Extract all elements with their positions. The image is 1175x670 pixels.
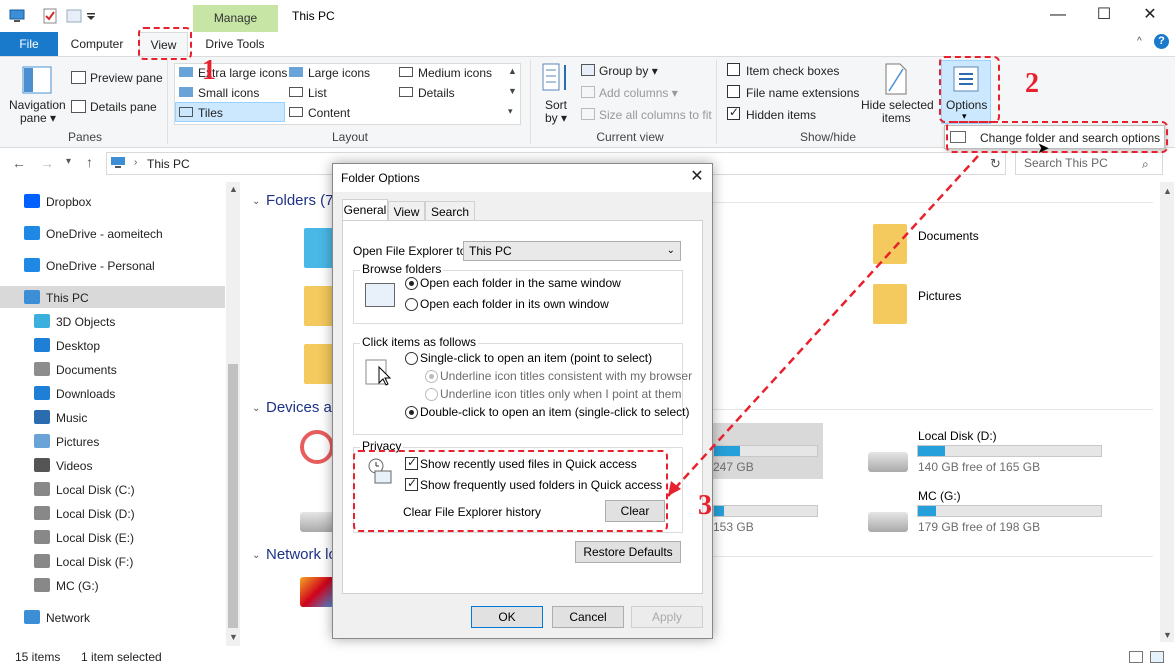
file-explorer-window: Manage This PC — ☐ ✕ File Computer View … <box>0 0 1175 670</box>
annotation-arrow <box>667 155 979 497</box>
mouse-pointer-icon: ➤ <box>1037 140 1050 157</box>
